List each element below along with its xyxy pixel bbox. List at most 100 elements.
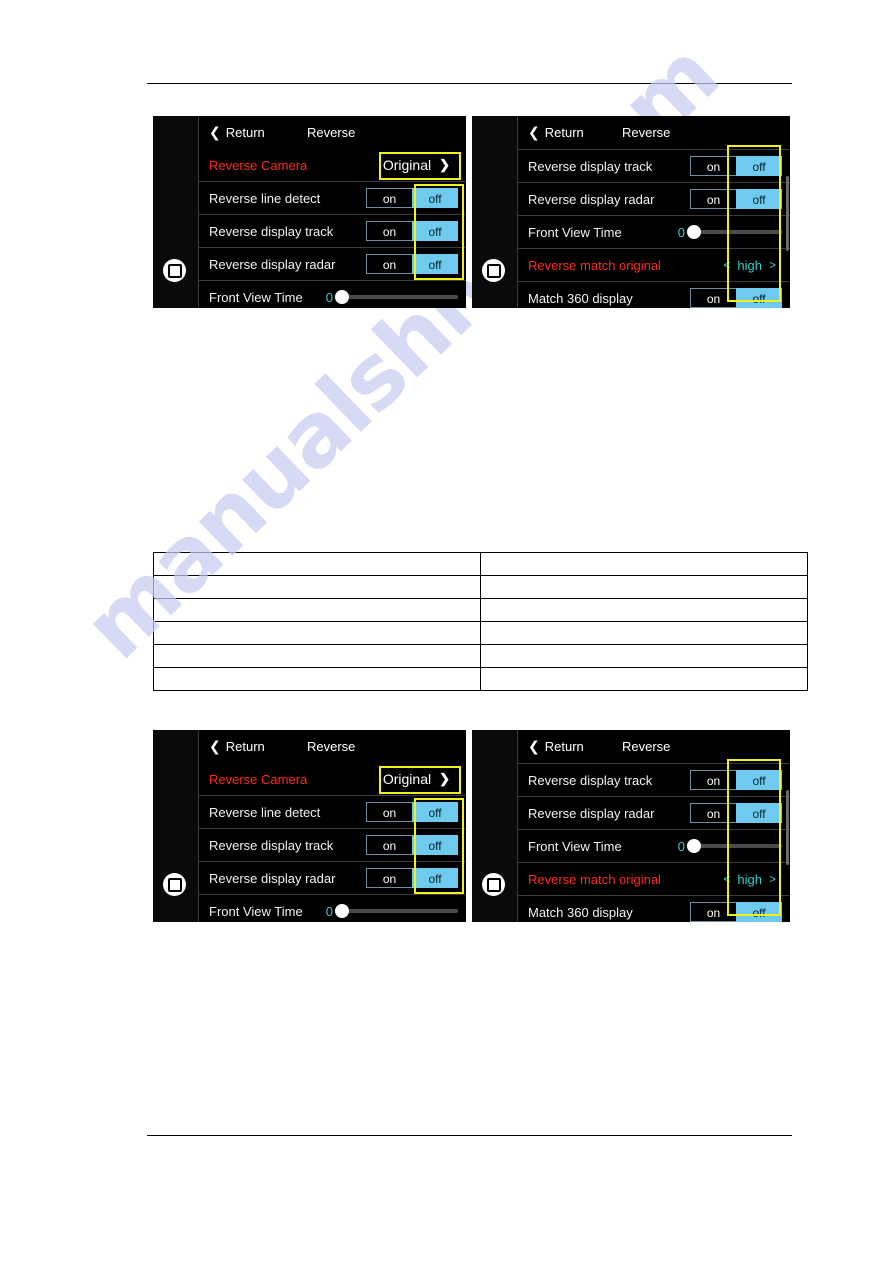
toggle-option-off[interactable]: off <box>412 188 458 208</box>
toggle-option-on[interactable]: on <box>690 156 736 176</box>
toggle-reverse-line-detect: on off <box>366 802 458 822</box>
row-control-reverse-camera: Original ❯ <box>372 155 458 175</box>
row-label-reverse-camera: Reverse Camera <box>209 157 308 173</box>
row-front-view-time: Front View Time 0 <box>199 894 466 922</box>
table-cell <box>153 621 481 645</box>
reverse-camera-select[interactable]: Original ❯ <box>372 155 458 175</box>
chevron-left-icon[interactable]: < <box>723 258 730 272</box>
home-square-icon[interactable] <box>482 259 505 282</box>
slider-knob[interactable] <box>687 839 701 853</box>
page-title: Reverse <box>307 739 356 754</box>
return-button-label[interactable]: Return <box>545 125 584 140</box>
toggle-match-360-display: on off <box>690 902 782 922</box>
return-button-label[interactable]: Return <box>226 739 265 754</box>
toggle-option-off[interactable]: off <box>736 803 782 823</box>
row-control-reverse-display-track: on off <box>366 221 458 241</box>
table-cell <box>480 644 808 668</box>
row-reverse-line-detect: Reverse line detect on off <box>199 181 466 214</box>
toggle-option-off[interactable]: off <box>412 802 458 822</box>
scrollbar[interactable] <box>786 790 789 865</box>
home-icon-inner <box>167 877 182 892</box>
chevron-right-icon: ❯ <box>439 157 450 172</box>
toggle-option-on[interactable]: on <box>690 770 736 790</box>
chevron-right-icon: ❯ <box>439 771 450 786</box>
chevron-right-icon[interactable]: > <box>769 258 776 272</box>
home-square-icon[interactable] <box>163 259 186 282</box>
home-square-icon[interactable] <box>163 873 186 896</box>
table-cell <box>153 598 481 622</box>
row-reverse-display-radar: Reverse display radar on off <box>199 247 466 280</box>
header-rule <box>147 83 792 84</box>
toggle-option-on[interactable]: on <box>366 254 412 274</box>
device-screen-right: ❮ Return Reverse Reverse display track o… <box>472 730 790 922</box>
settings-screen-right: ❮ Return Reverse Reverse display track o… <box>518 116 790 308</box>
device-screen-left: ❮ Return Reverse Reverse Camera Original… <box>153 116 466 308</box>
reverse-camera-select[interactable]: Original ❯ <box>372 769 458 789</box>
toggle-option-off[interactable]: off <box>412 835 458 855</box>
row-match-360-display: Match 360 display on off <box>518 895 790 922</box>
chevron-right-icon[interactable]: > <box>769 872 776 886</box>
page-title: Reverse <box>622 739 671 754</box>
reverse-camera-value: Original <box>382 157 432 173</box>
toggle-option-off[interactable]: off <box>736 189 782 209</box>
front-view-time-slider[interactable] <box>335 290 458 304</box>
slider-knob[interactable] <box>335 904 349 918</box>
toggle-option-on[interactable]: on <box>690 189 736 209</box>
toggle-option-on[interactable]: on <box>690 288 736 308</box>
toggle-option-off[interactable]: off <box>412 868 458 888</box>
home-square-icon[interactable] <box>482 873 505 896</box>
reverse-camera-value: Original <box>382 771 432 787</box>
row-control-reverse-display-radar: on off <box>366 254 458 274</box>
toggle-option-off[interactable]: off <box>412 221 458 241</box>
toggle-reverse-display-radar: on off <box>690 803 782 823</box>
home-rail-right <box>472 116 518 308</box>
table-cell <box>153 575 481 599</box>
front-view-time-value: 0 <box>677 224 685 240</box>
return-button-label[interactable]: Return <box>226 125 265 140</box>
row-control-reverse-display-radar: on off <box>366 868 458 888</box>
table-row <box>153 598 808 622</box>
toggle-option-off[interactable]: off <box>736 902 782 922</box>
toggle-option-on[interactable]: on <box>366 188 412 208</box>
table-row <box>153 552 808 576</box>
front-view-time-slider[interactable] <box>687 225 782 239</box>
row-reverse-line-detect: Reverse line detect on off <box>199 795 466 828</box>
toggle-option-on[interactable]: on <box>366 802 412 822</box>
row-front-view-time: Front View Time 0 <box>199 280 466 308</box>
row-label-reverse-display-track: Reverse display track <box>528 158 653 174</box>
chevron-left-icon[interactable]: < <box>723 872 730 886</box>
row-control-reverse-display-track: on off <box>366 835 458 855</box>
toggle-option-on[interactable]: on <box>690 803 736 823</box>
front-view-time-slider[interactable] <box>335 904 458 918</box>
chevron-left-icon[interactable]: ❮ <box>528 126 540 140</box>
chevron-left-icon[interactable]: ❮ <box>209 126 221 140</box>
settings-screen-right: ❮ Return Reverse Reverse display track o… <box>518 730 790 922</box>
front-view-time-control: 0 <box>326 290 458 305</box>
table-row <box>153 575 808 599</box>
toggle-match-360-display: on off <box>690 288 782 308</box>
home-icon-inner <box>486 263 501 278</box>
scrollbar[interactable] <box>786 176 789 251</box>
toggle-option-off[interactable]: off <box>412 254 458 274</box>
front-view-time-value: 0 <box>325 903 333 919</box>
toggle-option-on[interactable]: on <box>366 868 412 888</box>
row-reverse-display-track: Reverse display track on off <box>518 149 790 182</box>
slider-knob[interactable] <box>335 290 349 304</box>
chevron-left-icon[interactable]: ❮ <box>209 740 221 754</box>
chevron-left-icon[interactable]: ❮ <box>528 740 540 754</box>
table-row <box>153 621 808 645</box>
row-label-reverse-display-radar: Reverse display radar <box>528 805 655 821</box>
table-cell <box>480 598 808 622</box>
toggle-option-off[interactable]: off <box>736 288 782 308</box>
toggle-option-off[interactable]: off <box>736 770 782 790</box>
toggle-option-off[interactable]: off <box>736 156 782 176</box>
toggle-option-on[interactable]: on <box>366 221 412 241</box>
slider-knob[interactable] <box>687 225 701 239</box>
table-cell <box>153 552 481 576</box>
toggle-option-on[interactable]: on <box>366 835 412 855</box>
toggle-option-on[interactable]: on <box>690 902 736 922</box>
return-button-label[interactable]: Return <box>545 739 584 754</box>
row-label-front-view-time: Front View Time <box>528 838 622 854</box>
front-view-time-slider[interactable] <box>687 839 782 853</box>
reverse-match-original-value: high <box>737 871 762 887</box>
